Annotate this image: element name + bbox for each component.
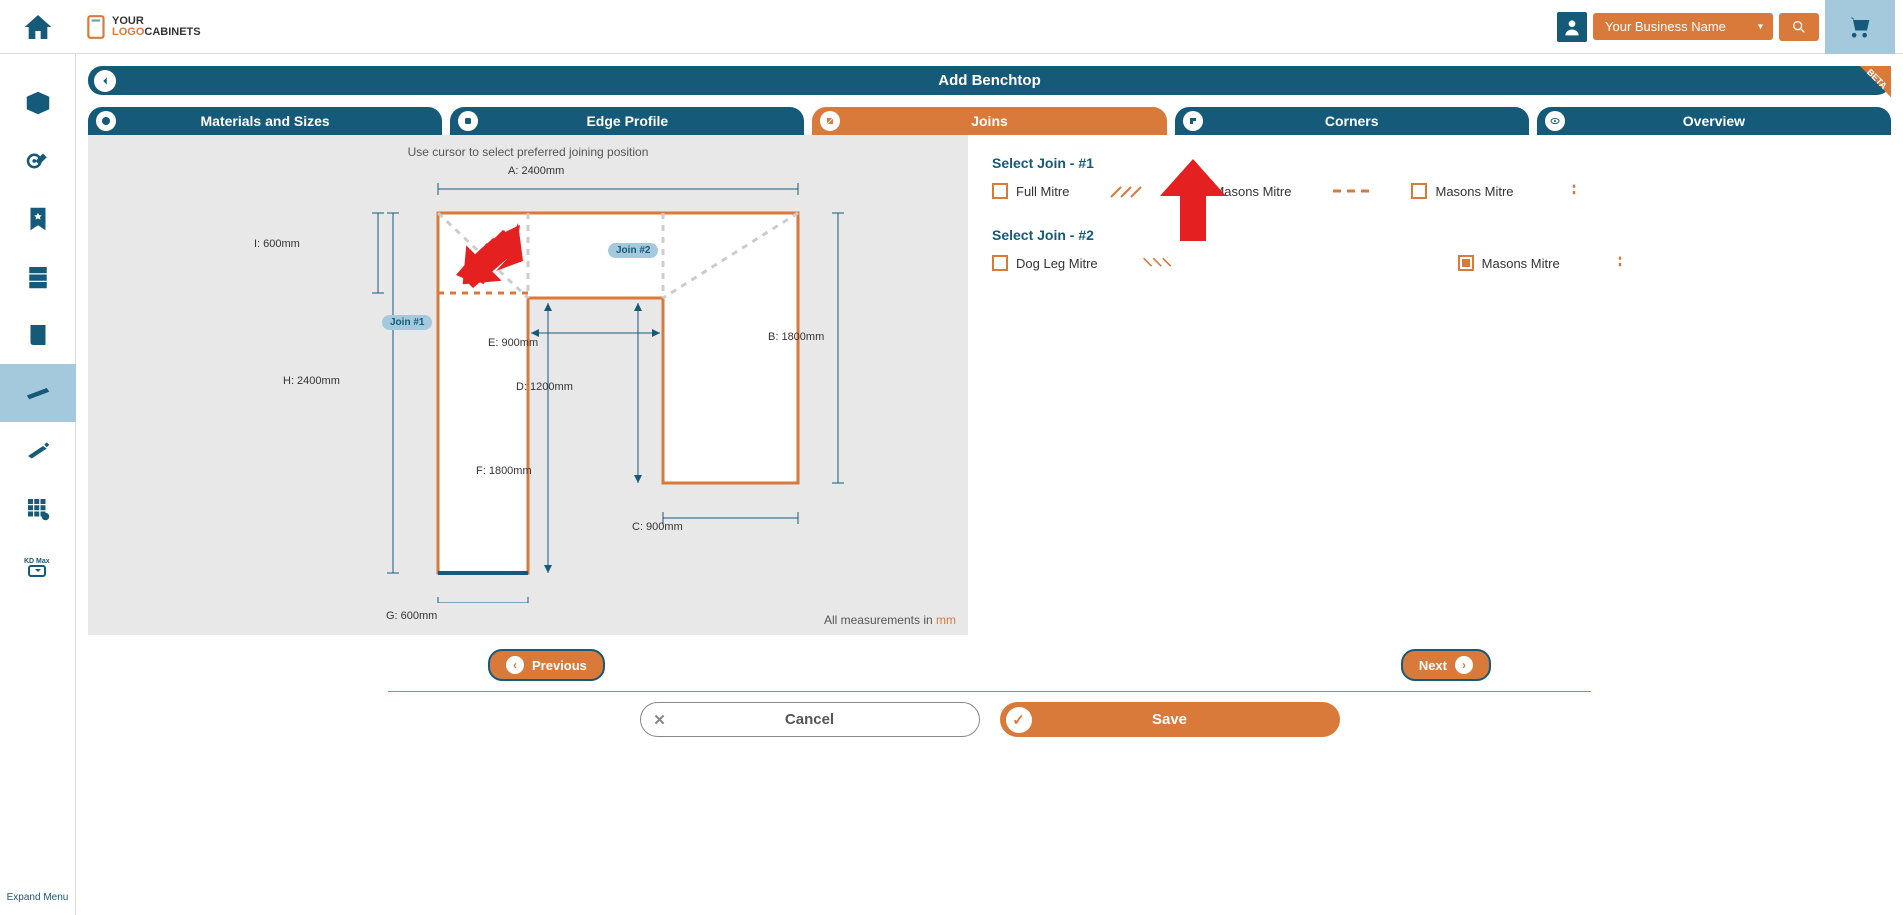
- dim-b: B: 1800mm: [768, 331, 824, 343]
- corners-icon: [1187, 115, 1199, 127]
- diagram-panel[interactable]: Use cursor to select preferred joining p…: [88, 135, 968, 635]
- book-icon: [23, 320, 53, 350]
- sidebar-item-grid[interactable]: [0, 480, 76, 538]
- cart-icon: [1846, 13, 1874, 41]
- page-title: Add Benchtop: [938, 72, 1041, 89]
- checkbox[interactable]: [1411, 183, 1427, 199]
- logo-line2a: LOGO: [112, 26, 144, 38]
- pattern-diagonal-icon: [1109, 183, 1149, 199]
- checkbox-checked[interactable]: [1458, 255, 1474, 271]
- chevron-right-icon: ›: [1455, 656, 1473, 674]
- tab-joins[interactable]: Joins: [812, 107, 1166, 135]
- tabs: Materials and Sizes Edge Profile Joins C…: [88, 107, 1891, 135]
- pattern-dash-icon: [1331, 183, 1371, 199]
- tab-overview[interactable]: Overview: [1537, 107, 1891, 135]
- checkbox[interactable]: [992, 183, 1008, 199]
- cancel-button[interactable]: ✕ Cancel: [640, 702, 980, 737]
- edge-icon: [462, 115, 474, 127]
- dim-d: D: 1200mm: [516, 381, 573, 393]
- joins-panel: Select Join - #1 Full Mitre Masons Mitre: [968, 135, 1891, 635]
- close-icon: ✕: [647, 707, 673, 733]
- join-section-1-title: Select Join - #1: [992, 155, 1867, 171]
- pattern-diagonal2-icon: [1138, 255, 1178, 271]
- user-avatar[interactable]: [1557, 12, 1587, 42]
- logo-icon: [86, 14, 108, 40]
- dim-h: H: 2400mm: [283, 375, 340, 387]
- join-badge-2[interactable]: Join #2: [608, 243, 658, 258]
- checkbox[interactable]: [992, 255, 1008, 271]
- eye-icon: [1549, 115, 1561, 127]
- join2-masons-mitre[interactable]: Masons Mitre: [1458, 255, 1560, 271]
- pattern-dot-v-icon: [1554, 183, 1594, 199]
- sidebar: KD Max Expand Menu: [0, 54, 76, 915]
- materials-icon: [100, 115, 112, 127]
- grid-icon: [23, 494, 53, 524]
- check-icon: ✓: [1006, 707, 1032, 733]
- box-icon: [23, 88, 53, 118]
- sidebar-item-panel[interactable]: [0, 306, 76, 364]
- chevron-left-icon: ‹: [506, 656, 524, 674]
- search-icon: [1791, 19, 1807, 35]
- screw-icon: [23, 436, 53, 466]
- benchtop-icon: [23, 378, 53, 408]
- logo: YOUR LOGOCABINETS: [76, 14, 201, 40]
- tab-corners[interactable]: Corners: [1175, 107, 1529, 135]
- dim-c: C: 900mm: [632, 521, 683, 533]
- sidebar-item-edit[interactable]: [0, 132, 76, 190]
- join2-dogleg[interactable]: Dog Leg Mitre: [992, 255, 1098, 271]
- diagram-instruction: Use cursor to select preferred joining p…: [98, 145, 958, 159]
- expand-menu[interactable]: Expand Menu: [7, 884, 69, 915]
- gear-pencil-icon: [23, 146, 53, 176]
- join1-full-mitre[interactable]: Full Mitre: [992, 183, 1069, 199]
- dim-f: F: 1800mm: [476, 465, 532, 477]
- pattern-dot-v2-icon: [1600, 255, 1640, 271]
- beta-badge: BETA: [1847, 66, 1891, 110]
- sidebar-item-favorite[interactable]: [0, 190, 76, 248]
- sidebar-item-hardware[interactable]: [0, 422, 76, 480]
- checkbox-checked[interactable]: [1189, 183, 1205, 199]
- sidebar-item-drawers[interactable]: [0, 248, 76, 306]
- measurements-note: All measurements in mm: [824, 613, 956, 627]
- dim-a: A: 2400mm: [508, 165, 564, 177]
- join1-masons-mitre-1[interactable]: Masons Mitre: [1189, 183, 1291, 199]
- dim-e: E: 900mm: [488, 337, 538, 349]
- dim-i: I: 600mm: [254, 238, 300, 250]
- sidebar-item-kdmax[interactable]: KD Max: [0, 538, 76, 596]
- business-dropdown[interactable]: Your Business Name: [1593, 13, 1773, 40]
- join-section-2-title: Select Join - #2: [992, 227, 1867, 243]
- home-button[interactable]: [0, 0, 76, 54]
- back-button[interactable]: [94, 70, 116, 92]
- cart-button[interactable]: [1825, 0, 1895, 54]
- save-button[interactable]: ✓ Save: [1000, 702, 1340, 737]
- search-button[interactable]: [1779, 13, 1819, 41]
- page-title-bar: Add Benchtop BETA: [88, 66, 1891, 95]
- home-icon: [22, 11, 54, 43]
- tab-materials[interactable]: Materials and Sizes: [88, 107, 442, 135]
- joins-icon: [824, 115, 836, 127]
- join1-masons-mitre-2[interactable]: Masons Mitre: [1411, 183, 1513, 199]
- sidebar-item-benchtop[interactable]: [0, 364, 76, 422]
- previous-button[interactable]: ‹ Previous: [488, 649, 605, 681]
- tab-edge[interactable]: Edge Profile: [450, 107, 804, 135]
- top-header: YOUR LOGOCABINETS Your Business Name: [0, 0, 1903, 54]
- user-icon: [1562, 17, 1582, 37]
- drawers-icon: [23, 262, 53, 292]
- sidebar-item-box[interactable]: [0, 74, 76, 132]
- join-badge-1[interactable]: Join #1: [382, 315, 432, 330]
- next-button[interactable]: Next ›: [1401, 649, 1491, 681]
- main-content: Add Benchtop BETA Materials and Sizes Ed…: [76, 54, 1903, 915]
- kdmax-icon: KD Max: [23, 552, 53, 582]
- bookmark-star-icon: [23, 204, 53, 234]
- svg-text:KD Max: KD Max: [24, 558, 50, 565]
- back-arrow-icon: [98, 74, 112, 88]
- dim-g: G: 600mm: [386, 610, 437, 622]
- logo-line2b: CABINETS: [144, 26, 200, 38]
